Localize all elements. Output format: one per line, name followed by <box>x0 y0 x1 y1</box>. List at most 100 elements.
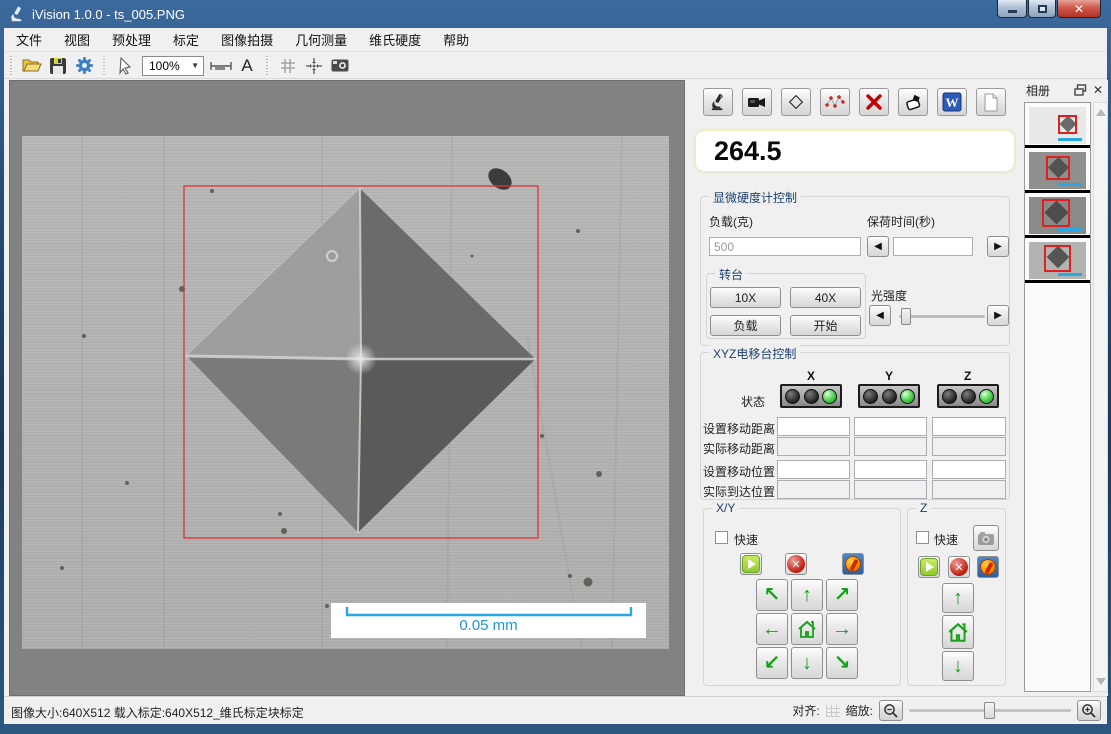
grid-overlay-button[interactable] <box>275 55 301 77</box>
xy-stop-button[interactable]: ✕ <box>785 553 807 575</box>
menu-geometry-measure[interactable]: 几何测量 <box>285 27 357 52</box>
light-decrement-button[interactable]: ◀ <box>869 305 891 326</box>
xy-run-button[interactable] <box>740 553 762 575</box>
maximize-button[interactable] <box>1028 0 1056 18</box>
capture-image-button[interactable] <box>327 55 353 77</box>
select-tool-button[interactable] <box>112 55 138 77</box>
view-zoom-slider-handle[interactable] <box>984 702 995 719</box>
delete-button[interactable] <box>859 88 889 116</box>
view-zoom-slider-track[interactable] <box>909 709 1071 712</box>
app-microscope-icon <box>8 5 26 23</box>
scatter-points-icon <box>825 93 845 111</box>
clear-button[interactable] <box>898 88 928 116</box>
jog-up-button[interactable]: ↑ <box>791 579 823 611</box>
album-thumbnail-4[interactable] <box>1025 238 1090 283</box>
objective-40x-button[interactable]: 40X <box>790 287 861 308</box>
stop-x-icon: ✕ <box>950 558 968 576</box>
objective-10x-button[interactable]: 10X <box>710 287 781 308</box>
menu-vickers-hardness[interactable]: 维氏硬度 <box>359 27 431 52</box>
text-tool-icon: A <box>241 56 252 76</box>
menu-image-capture[interactable]: 图像拍摄 <box>211 27 283 52</box>
right-triangle-icon: ▶ <box>994 241 1002 252</box>
live-video-button[interactable] <box>742 88 772 116</box>
microscope-icon <box>709 92 727 112</box>
open-file-button[interactable] <box>19 55 45 77</box>
z-set-position-input[interactable] <box>932 460 1006 479</box>
xy-fast-checkbox[interactable] <box>715 531 728 544</box>
menu-preprocess[interactable]: 预处理 <box>102 27 161 52</box>
y-set-position-input[interactable] <box>854 460 927 479</box>
align-label: 对齐: <box>792 702 819 719</box>
menu-help[interactable]: 帮助 <box>433 27 479 52</box>
z-run-button[interactable] <box>918 556 940 578</box>
menu-file[interactable]: 文件 <box>6 27 52 52</box>
dwell-time-input[interactable] <box>893 237 973 256</box>
menu-view[interactable]: 视图 <box>54 27 100 52</box>
save-button[interactable] <box>45 55 71 77</box>
z-stop-button[interactable]: ✕ <box>948 556 970 578</box>
x-set-position-input[interactable] <box>777 460 850 479</box>
xy-reset-button[interactable] <box>842 553 864 575</box>
x-set-distance-input[interactable] <box>777 417 850 436</box>
album-thumbnail-3[interactable] <box>1025 193 1090 238</box>
dwell-increment-button[interactable]: ▶ <box>987 236 1009 257</box>
z-home-button[interactable] <box>942 615 974 649</box>
microscope-image[interactable]: 0.05 mm <box>22 136 669 649</box>
align-grid-icon[interactable] <box>826 705 840 717</box>
light-slider-handle[interactable] <box>901 308 911 325</box>
scroll-down-icon[interactable] <box>1096 678 1106 685</box>
album-close-icon[interactable]: ✕ <box>1093 83 1103 97</box>
z-jog-down-button[interactable]: ↓ <box>942 651 974 681</box>
zoom-select[interactable]: 100% ▼ <box>142 56 204 76</box>
center-crosshair-button[interactable] <box>301 55 327 77</box>
dwell-decrement-button[interactable]: ◀ <box>867 236 889 257</box>
up-left-arrow-icon: ↖ <box>764 585 781 605</box>
caliper-ruler-icon <box>210 59 232 73</box>
jog-up-right-button[interactable]: ↗ <box>826 579 858 611</box>
right-arrow-icon: → <box>832 619 852 639</box>
export-word-button[interactable]: W <box>937 88 967 116</box>
data-points-button[interactable] <box>820 88 850 116</box>
hardness-readout: 264.5 <box>695 130 1015 172</box>
z-reset-button[interactable] <box>977 556 999 578</box>
album-scrollbar[interactable] <box>1093 102 1108 692</box>
jog-left-button[interactable]: ← <box>756 613 788 645</box>
play-icon <box>920 558 938 576</box>
z-jog-up-button[interactable]: ↑ <box>942 583 974 613</box>
zoom-in-button[interactable] <box>1077 700 1101 721</box>
jog-up-left-button[interactable]: ↖ <box>756 579 788 611</box>
zoom-out-button[interactable] <box>879 700 903 721</box>
float-panel-icon[interactable] <box>1074 84 1087 96</box>
text-tool-button[interactable]: A <box>234 55 260 77</box>
z-autofocus-button[interactable] <box>973 525 999 551</box>
menu-calibration[interactable]: 标定 <box>163 27 209 52</box>
microscope-mode-button[interactable] <box>703 88 733 116</box>
x-status-light <box>780 384 842 408</box>
jog-down-right-button[interactable]: ↘ <box>826 647 858 679</box>
new-document-button[interactable] <box>976 88 1006 116</box>
jog-down-left-button[interactable]: ↙ <box>756 647 788 679</box>
close-button[interactable]: ✕ <box>1057 0 1101 18</box>
load-input[interactable] <box>709 237 861 256</box>
y-set-distance-input[interactable] <box>854 417 927 436</box>
album-thumbnail-1[interactable] <box>1025 103 1090 148</box>
light-increment-button[interactable]: ▶ <box>987 305 1009 326</box>
toolbar-grip <box>103 56 108 76</box>
load-button[interactable]: 负载 <box>710 315 781 336</box>
zoom-value: 100% <box>149 59 180 73</box>
start-button[interactable]: 开始 <box>790 315 861 336</box>
jog-down-button[interactable]: ↓ <box>791 647 823 679</box>
jog-right-button[interactable]: → <box>826 613 858 645</box>
z-set-distance-input[interactable] <box>932 417 1006 436</box>
album-thumbnail-2[interactable] <box>1025 148 1090 193</box>
xy-home-button[interactable] <box>791 613 823 645</box>
scroll-up-icon[interactable] <box>1096 109 1106 116</box>
axis-x-label: X <box>807 369 815 383</box>
hardness-control-group: 显微硬度计控制 负载(克) 保荷时间(秒) ◀ ▶ 转台 10X 40X 负载 … <box>700 196 1010 346</box>
measure-tool-button[interactable] <box>208 55 234 77</box>
settings-button[interactable] <box>71 55 97 77</box>
measure-indent-button[interactable] <box>781 88 811 116</box>
z-fast-checkbox[interactable] <box>916 531 929 544</box>
light-slider-track[interactable] <box>899 315 985 318</box>
minimize-button[interactable] <box>997 0 1027 18</box>
